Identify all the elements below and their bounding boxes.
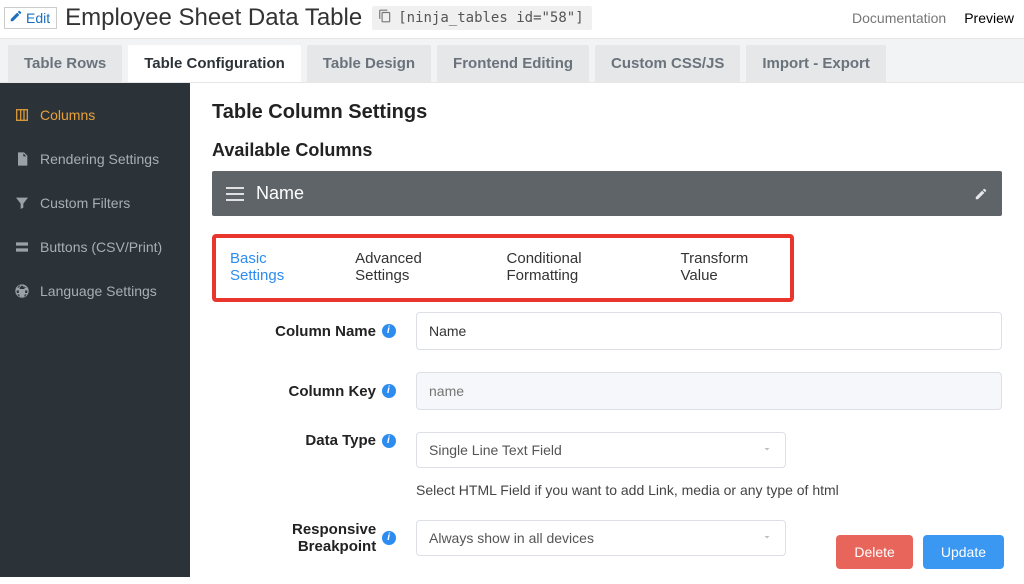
chevron-down-icon [761, 442, 773, 458]
documentation-link[interactable]: Documentation [852, 10, 946, 26]
sidebar-item-filters[interactable]: Custom Filters [0, 181, 190, 225]
subtabs-highlight: Basic Settings Advanced Settings Conditi… [212, 234, 794, 302]
column-form: Column Name Column Key Data Type [212, 312, 1002, 556]
primary-tabs: Table Rows Table Configuration Table Des… [0, 38, 1024, 83]
data-type-value: Single Line Text Field [429, 442, 562, 458]
columns-icon [14, 107, 30, 123]
language-icon [14, 283, 30, 299]
pencil-icon[interactable] [974, 187, 988, 201]
column-header-bar[interactable]: Name [212, 171, 1002, 216]
sidebar-item-label: Language Settings [40, 283, 157, 299]
info-icon[interactable] [382, 384, 396, 398]
subtab-transform-value[interactable]: Transform Value [681, 250, 777, 290]
tab-table-configuration[interactable]: Table Configuration [128, 45, 301, 82]
shortcode-text: [ninja_tables id="58"] [398, 10, 583, 26]
subtab-conditional-formatting[interactable]: Conditional Formatting [507, 250, 639, 290]
responsive-select[interactable]: Always show in all devices [416, 520, 786, 556]
info-icon[interactable] [382, 434, 396, 448]
subtab-basic-settings[interactable]: Basic Settings [230, 250, 313, 290]
data-type-select[interactable]: Single Line Text Field [416, 432, 786, 468]
content: Table Column Settings Available Columns … [190, 83, 1024, 577]
footer-actions: Delete Update [836, 535, 1004, 569]
top-bar: Edit Employee Sheet Data Table [ninja_ta… [0, 0, 1024, 38]
shortcode-box[interactable]: [ninja_tables id="58"] [372, 6, 591, 30]
row-column-name: Column Name [212, 312, 1002, 350]
buttons-icon [14, 239, 30, 255]
responsive-value: Always show in all devices [429, 530, 594, 546]
edit-label: Edit [26, 10, 50, 26]
sidebar-item-label: Custom Filters [40, 195, 130, 211]
copy-icon [378, 9, 398, 27]
column-subtabs: Basic Settings Advanced Settings Conditi… [230, 250, 776, 290]
tab-table-design[interactable]: Table Design [307, 45, 431, 82]
row-data-type: Data Type Single Line Text Field Select … [212, 432, 1002, 498]
drag-handle-icon[interactable] [226, 187, 244, 201]
sidebar-item-columns[interactable]: Columns [0, 93, 190, 137]
info-icon[interactable] [382, 531, 396, 545]
label-responsive: Responsive Breakpoint [212, 521, 402, 555]
label-column-key: Column Key [212, 383, 402, 400]
label-data-type: Data Type [212, 432, 402, 449]
delete-button[interactable]: Delete [836, 535, 912, 569]
sidebar-item-label: Buttons (CSV/Print) [40, 239, 162, 255]
row-column-key: Column Key [212, 372, 1002, 410]
chevron-down-icon [761, 530, 773, 546]
sidebar-item-language[interactable]: Language Settings [0, 269, 190, 313]
pencil-icon [9, 9, 26, 26]
sidebar-item-buttons[interactable]: Buttons (CSV/Print) [0, 225, 190, 269]
label-column-name: Column Name [212, 323, 402, 340]
tab-frontend-editing[interactable]: Frontend Editing [437, 45, 589, 82]
tab-import-export[interactable]: Import - Export [746, 45, 886, 82]
filter-icon [14, 195, 30, 211]
available-columns-title: Available Columns [212, 140, 1002, 161]
page-icon [14, 151, 30, 167]
main-layout: Columns Rendering Settings Custom Filter… [0, 83, 1024, 577]
info-icon[interactable] [382, 324, 396, 338]
sidebar-item-label: Columns [40, 107, 95, 123]
sidebar: Columns Rendering Settings Custom Filter… [0, 83, 190, 577]
column-name: Name [256, 183, 304, 204]
section-title: Table Column Settings [212, 101, 1002, 124]
sidebar-item-rendering[interactable]: Rendering Settings [0, 137, 190, 181]
top-links: Documentation Preview [852, 10, 1014, 26]
page-title: Employee Sheet Data Table [65, 4, 362, 32]
subtab-advanced-settings[interactable]: Advanced Settings [355, 250, 464, 290]
edit-link[interactable]: Edit [4, 7, 57, 29]
update-button[interactable]: Update [923, 535, 1004, 569]
data-type-help: Select HTML Field if you want to add Lin… [416, 482, 1002, 498]
tab-table-rows[interactable]: Table Rows [8, 45, 122, 82]
column-key-input[interactable] [416, 372, 1002, 410]
sidebar-item-label: Rendering Settings [40, 151, 159, 167]
column-name-input[interactable] [416, 312, 1002, 350]
tab-custom-css-js[interactable]: Custom CSS/JS [595, 45, 740, 82]
preview-link[interactable]: Preview [964, 10, 1014, 26]
